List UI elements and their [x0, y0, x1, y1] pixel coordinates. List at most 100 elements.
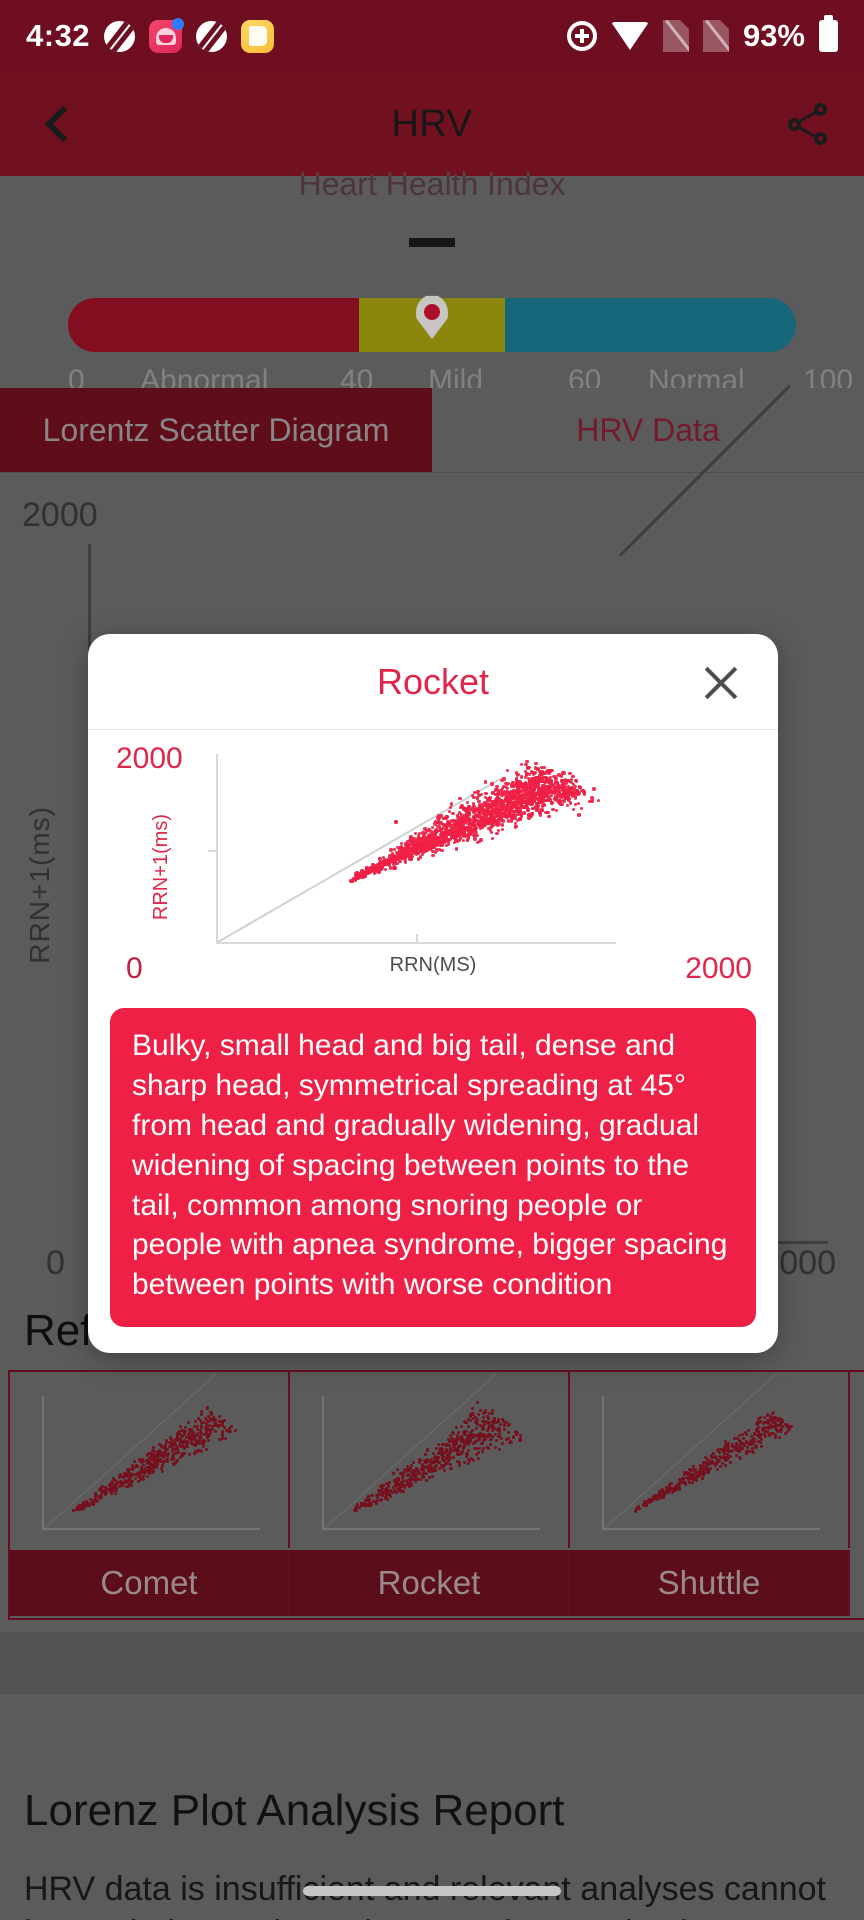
tab-lorentz-scatter-diagram[interactable]: Lorentz Scatter Diagram — [0, 388, 432, 472]
tab-bar: Lorentz Scatter Diagram HRV Data — [0, 388, 864, 473]
tab-hrv-data[interactable]: HRV Data — [432, 388, 864, 472]
scatter-point — [536, 804, 540, 809]
scatter-point — [509, 784, 513, 788]
thumbnail-scatter-point — [772, 1410, 776, 1414]
scatter-point — [350, 879, 355, 883]
thumbnail-scatter-point — [430, 1474, 434, 1478]
thumbnail-scatter-point — [762, 1429, 766, 1433]
reference-label-comet[interactable]: Comet — [10, 1550, 290, 1616]
scatter-point — [448, 806, 453, 810]
section-divider — [0, 1632, 864, 1694]
thumbnail-scatter-point — [424, 1453, 428, 1457]
location-icon — [566, 21, 597, 51]
thumbnail-scatter-point — [490, 1425, 494, 1429]
thumbnail-scatter-point — [689, 1468, 693, 1472]
scatter-point — [510, 804, 515, 808]
reference-thumbnail-comet[interactable] — [10, 1372, 290, 1548]
thumbnail-scatter-point — [698, 1465, 702, 1469]
thumbnail-scatter-point — [481, 1412, 485, 1416]
thumbnail-scatter-point — [151, 1453, 155, 1457]
thumbnail-scatter-point — [701, 1476, 705, 1480]
thumbnail-scatter-point — [448, 1433, 452, 1437]
battery-icon — [819, 15, 838, 52]
thumbnail-scatter-point — [783, 1422, 787, 1426]
scatter-point — [475, 840, 479, 845]
thumbnail-scatter-point — [97, 1497, 101, 1501]
dialog-title: Rocket — [376, 660, 490, 702]
thumbnail-scatter-point — [210, 1410, 214, 1414]
thumbnail-scatter-point — [457, 1464, 461, 1468]
scatter-point — [388, 860, 392, 864]
chart-x-label: RRN(MS) — [389, 954, 477, 976]
scatter-point — [409, 835, 413, 839]
thumbnail-scatter-point — [420, 1463, 424, 1466]
scatter-point — [361, 871, 365, 876]
thumbnail-scatter-point — [162, 1461, 166, 1465]
scatter-point — [518, 817, 522, 821]
thumbnail-scatter-point — [452, 1441, 456, 1445]
thumbnail-plot — [322, 1373, 540, 1530]
thumbnail-scatter-point — [765, 1413, 769, 1417]
share-icon[interactable] — [788, 103, 830, 145]
thumbnail-scatter-point — [740, 1442, 744, 1446]
thumbnail-scatter-point — [475, 1426, 479, 1430]
reference-label-shuttle[interactable]: Shuttle — [570, 1550, 850, 1616]
thumbnail-scatter-point — [481, 1446, 485, 1450]
thumbnail-scatter-point — [780, 1418, 784, 1422]
thumbnail-scatter-point — [751, 1437, 755, 1441]
scatter-point — [419, 836, 423, 841]
thumbnail-scatter-point — [737, 1433, 741, 1437]
thumbnail-scatter-point — [659, 1488, 663, 1492]
scatter-point — [466, 810, 471, 814]
thumbnail-scatter-point — [157, 1442, 161, 1446]
thumbnail-scatter-point — [714, 1461, 718, 1465]
gesture-bar[interactable] — [303, 1886, 561, 1896]
scatter-point — [568, 801, 572, 805]
thumbnail-scatter-point — [218, 1414, 222, 1418]
thumbnail-scatter-point — [713, 1464, 717, 1468]
scatter-point — [508, 813, 512, 817]
chart-y-tick — [208, 850, 218, 852]
thumbnail-scatter-point — [424, 1472, 428, 1476]
scatter-point — [465, 838, 470, 842]
scatter-point — [461, 815, 465, 820]
wifi-icon — [610, 22, 649, 50]
thumbnail-scatter-point — [489, 1442, 493, 1446]
close-icon[interactable] — [700, 662, 742, 704]
scatter-point — [418, 855, 423, 859]
scatter-point — [522, 811, 526, 815]
scatter-point — [540, 776, 544, 780]
scatter-point — [516, 798, 520, 802]
scatter-point — [530, 812, 535, 816]
scatter-point — [552, 791, 556, 796]
scatter-point — [546, 810, 550, 815]
scatter-point — [516, 812, 520, 816]
scatter-point — [555, 798, 559, 802]
scatter-point — [576, 792, 580, 796]
thumbnail-scatter-point — [771, 1418, 775, 1422]
scatter-point — [547, 795, 551, 799]
thumbnail-scatter-point — [759, 1434, 763, 1438]
scatter-point — [519, 762, 524, 767]
thumbnail-scatter-point — [499, 1423, 503, 1427]
thumbnail-scatter-point — [717, 1451, 721, 1455]
reference-label-rocket[interactable]: Rocket — [290, 1550, 570, 1616]
thumbnail-scatter-point — [418, 1477, 422, 1481]
thumbnail-scatter-point — [401, 1489, 405, 1493]
thumbnail-scatter-point — [439, 1463, 443, 1467]
thumbnail-scatter-point — [460, 1451, 464, 1455]
sim-disabled-icon — [662, 20, 689, 52]
scatter-point — [455, 834, 460, 838]
chart-y-max: 2000 — [116, 742, 183, 775]
thumbnail-scatter-point — [199, 1431, 203, 1435]
thumbnail-scatter-point — [440, 1457, 444, 1461]
scatter-point — [465, 800, 469, 805]
thumbnail-scatter-point — [735, 1449, 739, 1453]
scatter-point — [577, 801, 581, 806]
scatter-point — [500, 814, 505, 819]
scatter-point — [557, 784, 561, 788]
thumbnail-scatter-point — [785, 1429, 789, 1433]
reference-thumbnail-shuttle[interactable] — [570, 1372, 850, 1548]
reference-thumbnail-rocket[interactable] — [290, 1372, 570, 1548]
thumbnail-scatter-point — [758, 1420, 762, 1424]
